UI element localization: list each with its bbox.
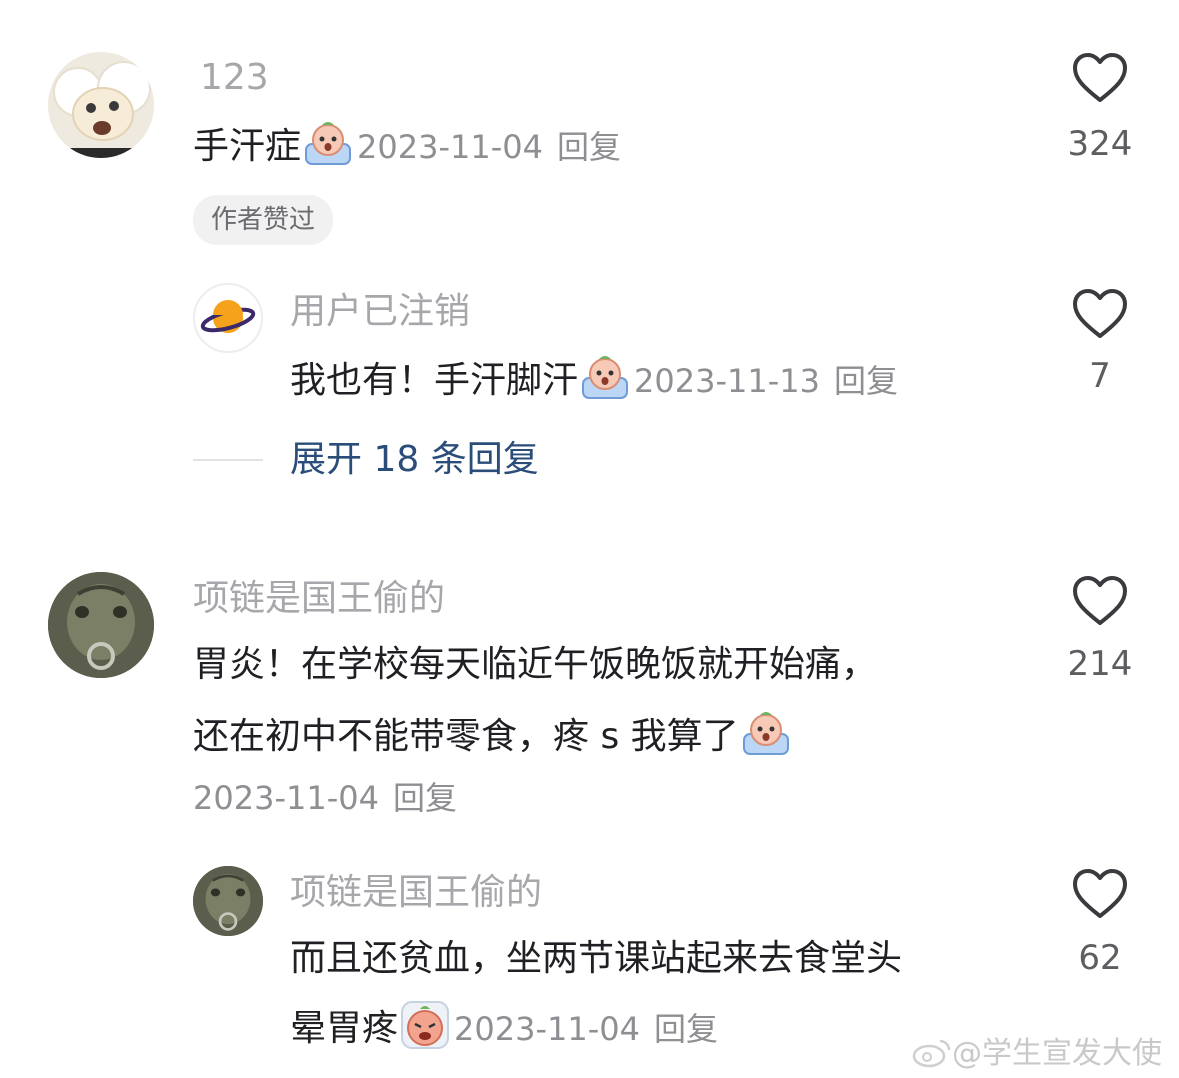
planet-icon: [200, 300, 256, 333]
watermark-text: @学生宣发大使: [952, 1036, 1162, 1071]
comment-1-reply-button[interactable]: 回复: [557, 128, 621, 166]
weibo-logo-icon: [912, 1039, 951, 1068]
avatar-reply-2[interactable]: [193, 866, 263, 936]
crying-face-emoji-icon: [582, 356, 629, 399]
heart-icon: [1073, 576, 1127, 625]
comment-2-date: 2023-11-04: [193, 779, 379, 817]
reply-2-body-line2: 晕胃疼 2023-11-04 回复: [290, 1000, 718, 1054]
avatar-reply-1[interactable]: [193, 283, 263, 353]
avatar-comment-2[interactable]: [48, 572, 154, 678]
reply-1-like-count: 7: [1089, 356, 1111, 396]
comment-2-text-line2: 还在初中不能带零食，疼 s 我算了: [193, 716, 739, 757]
like-button-comment-2[interactable]: [1072, 575, 1128, 627]
sheep-avatar-icon: [48, 52, 154, 158]
heart-icon: [1073, 289, 1127, 338]
comment-1-body: 手汗症 2023-11-04 回复: [193, 118, 621, 172]
comment-2-username[interactable]: 项链是国王偷的: [193, 577, 445, 621]
heart-icon: [1073, 53, 1127, 102]
comment-1-text: 手汗症: [193, 126, 302, 167]
comment-2-meta: 2023-11-04 回复: [193, 776, 457, 820]
like-button-reply-1[interactable]: [1072, 288, 1128, 340]
avatar-comment-1[interactable]: [48, 52, 154, 158]
author-liked-badge: 作者赞过: [193, 195, 334, 245]
sick-face-emoji-icon: [401, 1001, 450, 1049]
reply-2-username[interactable]: 项链是国王偷的: [290, 871, 542, 915]
expand-divider: [193, 459, 263, 461]
crying-face-emoji-icon: [742, 712, 789, 755]
comment-2-like-count: 214: [1067, 644, 1133, 684]
reply-2-text-line2: 晕胃疼: [290, 1008, 399, 1049]
reply-1-reply-button[interactable]: 回复: [834, 362, 898, 400]
reply-1-date: 2023-11-13: [634, 362, 820, 400]
like-button-reply-2[interactable]: [1072, 868, 1128, 920]
reply-1-text: 我也有！手汗脚汗: [290, 360, 579, 401]
reply-1-username[interactable]: 用户已注销: [290, 290, 470, 334]
comment-1-like-count: 324: [1067, 124, 1133, 164]
comment-1-date: 2023-11-04: [357, 128, 543, 166]
reply-2-date: 2023-11-04: [454, 1010, 640, 1048]
heart-icon: [1073, 869, 1127, 918]
watermark: @学生宣发大使: [912, 1028, 1162, 1072]
comment-2-body-line2: 还在初中不能带零食，疼 s 我算了: [193, 708, 795, 762]
like-button-comment-1[interactable]: [1072, 52, 1128, 104]
comment-1-username[interactable]: 123: [200, 56, 269, 100]
reply-2-text-line1: 而且还贫血，坐两节课站起来去食堂头: [290, 938, 903, 979]
reply-2-like-count: 62: [1078, 938, 1122, 978]
reply-1-body: 我也有！手汗脚汗 2023-11-13 回复: [290, 352, 898, 406]
bronze-beast-avatar-icon: [193, 866, 263, 936]
reply-2-reply-button[interactable]: 回复: [654, 1010, 718, 1048]
expand-replies-link[interactable]: 展开 18 条回复: [290, 438, 539, 482]
bronze-beast-avatar-icon: [48, 572, 154, 678]
crying-face-emoji-icon: [305, 122, 352, 165]
comment-2-reply-button[interactable]: 回复: [393, 779, 457, 817]
comment-2-text-line1: 胃炎！在学校每天临近午饭晚饭就开始痛，: [193, 644, 878, 685]
